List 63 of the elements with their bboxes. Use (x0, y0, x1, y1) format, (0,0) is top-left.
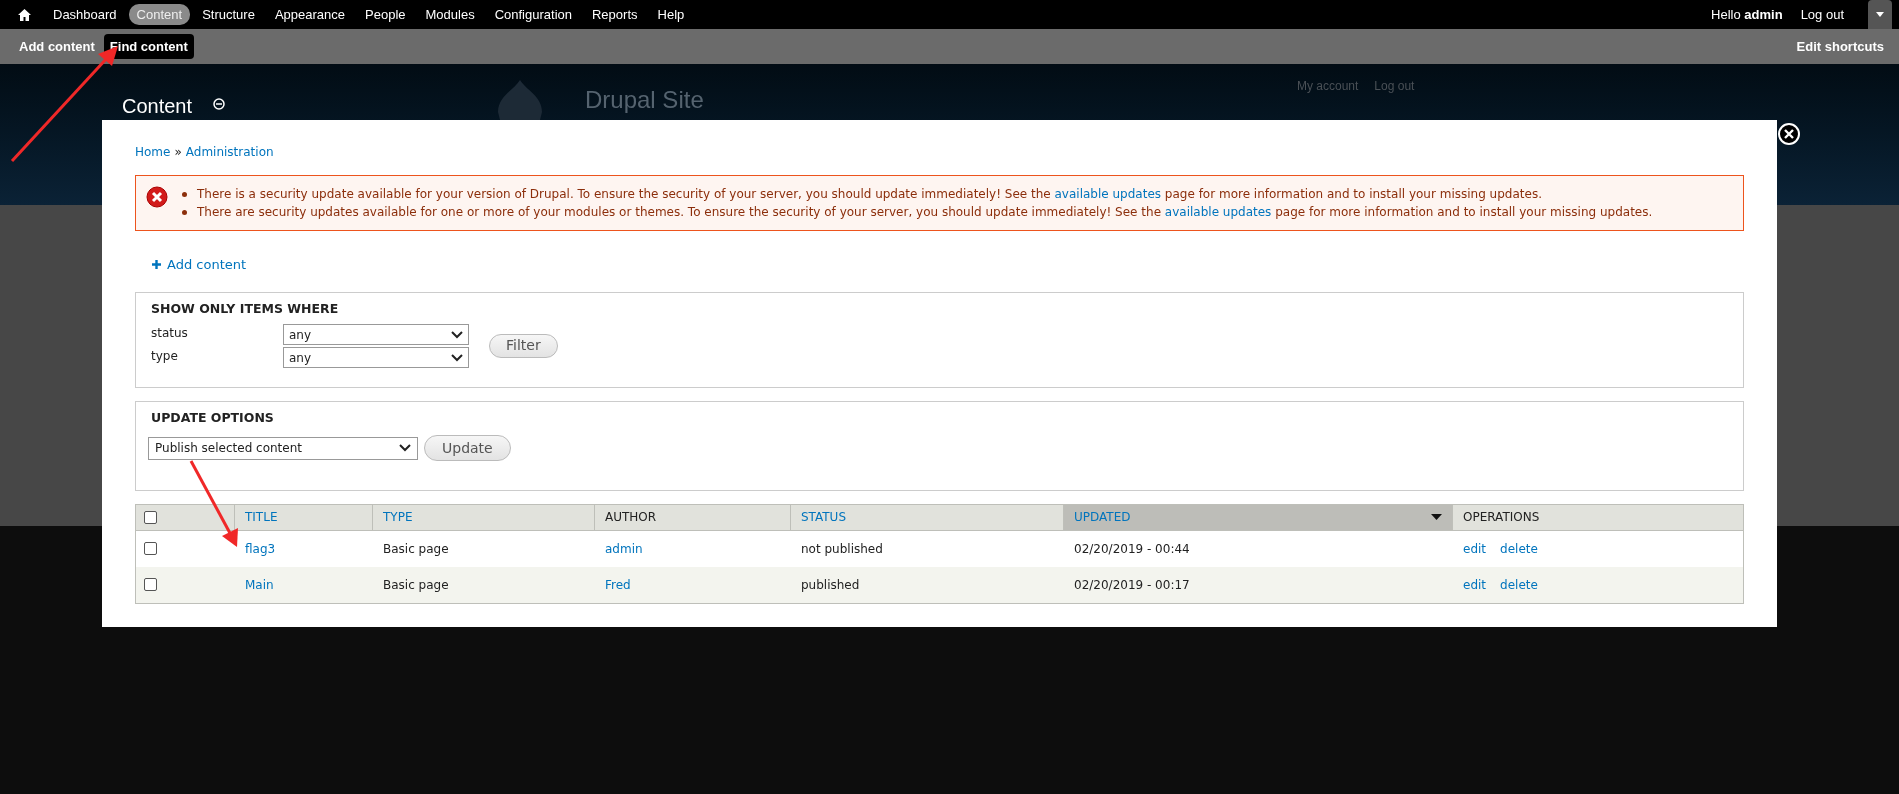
filter-button[interactable]: Filter (489, 333, 558, 358)
column-header: OPERATIONS (1452, 504, 1743, 530)
shortcut-link[interactable]: Add content (13, 33, 101, 60)
toggle-button[interactable] (1868, 0, 1892, 29)
fieldset-legend: SHOW ONLY ITEMS WHERE (151, 299, 469, 319)
toolbar-menu-item[interactable]: Content (128, 3, 191, 26)
update-select[interactable]: Publish selected content (148, 436, 418, 460)
update-button[interactable]: Update (424, 435, 511, 462)
checkbox[interactable] (144, 510, 157, 524)
column-header[interactable]: UPDATED (1063, 504, 1452, 530)
toolbar-menu-item[interactable]: Appearance (266, 3, 354, 26)
table-cell: 02/20/2019 - 00:44 (1074, 541, 1190, 556)
toolbar-menu-item[interactable]: Configuration (486, 3, 580, 26)
table-cell: Basic page (383, 541, 449, 556)
table-cell: 02/20/2019 - 00:17 (1074, 577, 1190, 592)
table-cell: Basic page (383, 577, 449, 592)
sort-descending-icon (1431, 514, 1442, 520)
shortcut-link[interactable]: Find content (103, 33, 194, 60)
page-title: Content (122, 94, 193, 119)
toolbar-menu-item[interactable]: Modules (417, 3, 483, 26)
toolbar-menu-item[interactable]: Help (649, 3, 693, 26)
site-name: Drupal Site (585, 86, 704, 114)
breadcrumb-separator: » (174, 144, 182, 161)
filter-label: type (151, 348, 179, 366)
table-cell: published (801, 577, 860, 592)
filter-select[interactable]: any (283, 324, 469, 346)
available-updates-link[interactable]: available updates (1164, 205, 1272, 219)
filter-label: status (151, 325, 189, 343)
error-icon (146, 186, 168, 208)
title-link[interactable]: Main (245, 577, 274, 592)
bullet-icon (182, 192, 187, 197)
toolbar-menu-item[interactable]: Structure (194, 3, 263, 26)
message-text: There are security updates available for one or more of your modules or themes. To ensure the security of your server, you should update immediately! See the available updates page for more information and to install your missing updates. (197, 204, 1653, 221)
home-icon[interactable] (18, 8, 31, 21)
filter-select[interactable]: any (283, 347, 469, 369)
toolbar-menu-item[interactable]: Dashboard (45, 3, 125, 26)
plus-icon (152, 260, 161, 270)
operation-link[interactable]: delete (1500, 575, 1538, 594)
collapse-icon[interactable] (213, 98, 225, 110)
bullet-icon (182, 210, 187, 215)
toolbar-menu-item[interactable]: People (357, 3, 414, 26)
caret-icon (1876, 12, 1884, 17)
author-link[interactable]: admin (605, 541, 643, 556)
column-header: AUTHOR (594, 504, 790, 530)
title-link[interactable]: flag3 (245, 541, 276, 556)
add-content-link[interactable]: Add content (167, 255, 247, 275)
logout-link[interactable]: Log out (1800, 4, 1844, 25)
edit-shortcuts-link[interactable]: Edit shortcuts (1796, 36, 1884, 57)
column-header[interactable]: TYPE (372, 504, 594, 530)
table-cell: not published (801, 541, 883, 556)
greeting: Hello admin (1711, 5, 1783, 24)
breadcrumb-link[interactable]: Home (135, 143, 171, 161)
fieldset-legend: UPDATE OPTIONS (151, 408, 1731, 428)
message-text: There is a security update available for your version of Drupal. To ensure the security of your server, you should update immediately! See the available updates page for more information and to install your missing updates. (197, 186, 1542, 203)
operation-link[interactable]: delete (1500, 539, 1538, 558)
toolbar-menu-item[interactable]: Reports (584, 3, 646, 26)
operation-link[interactable]: edit (1463, 539, 1487, 558)
available-updates-link[interactable]: available updates (1054, 187, 1162, 201)
author-link[interactable]: Fred (605, 577, 631, 592)
operation-link[interactable]: edit (1463, 575, 1487, 594)
breadcrumb-link[interactable]: Administration (185, 143, 274, 161)
checkbox[interactable] (144, 542, 157, 555)
checkbox[interactable] (144, 578, 157, 591)
